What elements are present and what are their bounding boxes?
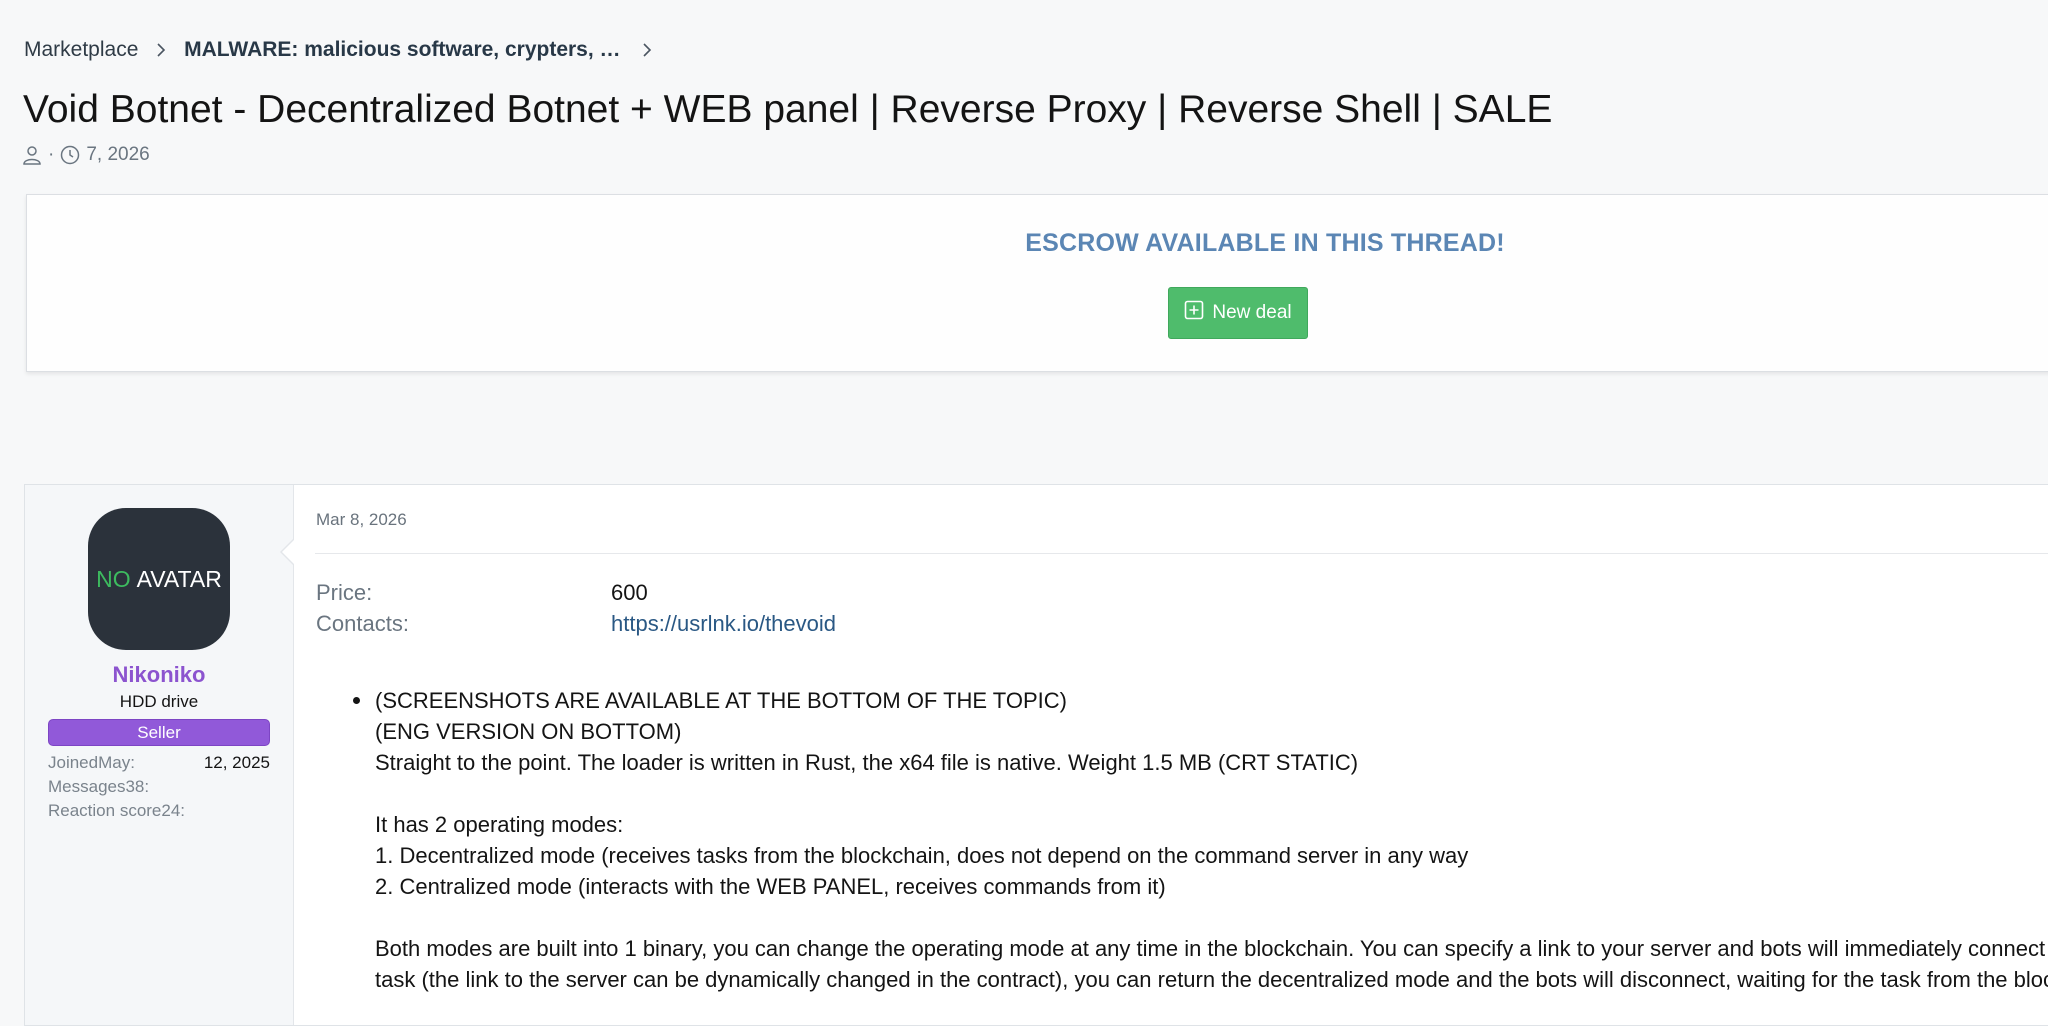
- thread-meta: · 7, 2026: [22, 144, 150, 166]
- avatar-no-text: NO: [96, 565, 131, 592]
- bullet-marker: [353, 697, 360, 704]
- body-line: task (the link to the server can be dyna…: [375, 967, 2048, 992]
- contacts-link[interactable]: https://usrlnk.io/thevoid: [611, 611, 836, 636]
- stat-joined-value: 12, 2025: [203, 753, 270, 772]
- clock-icon: [60, 145, 80, 165]
- thread-date[interactable]: 7, 2026: [86, 144, 149, 166]
- body-line: 2. Centralized mode (interacts with the …: [375, 874, 1166, 899]
- escrow-panel: ESCROW AVAILABLE IN THIS THREAD! New dea…: [26, 194, 2048, 372]
- breadcrumb-item-malware[interactable]: MALWARE: malicious software, crypters, i…: [184, 38, 624, 62]
- meta-separator: ·: [48, 144, 55, 165]
- user-rank: HDD drive: [119, 692, 199, 711]
- user-panel: NO AVATAR Nikoniko HDD drive Seller Join…: [25, 485, 294, 1025]
- breadcrumb-item-marketplace[interactable]: Marketplace: [24, 38, 138, 62]
- escrow-title: ESCROW AVAILABLE IN THIS THREAD!: [1025, 229, 1505, 257]
- body-line: Both modes are built into 1 binary, you …: [375, 936, 2046, 961]
- body-line: (ENG VERSION ON BOTTOM): [375, 719, 682, 744]
- post: NO AVATAR Nikoniko HDD drive Seller Join…: [24, 484, 2048, 1026]
- post-date[interactable]: Mar 8, 2026: [316, 510, 407, 530]
- new-deal-button[interactable]: New deal: [1168, 287, 1308, 339]
- body-line: 1. Decentralized mode (receives tasks fr…: [375, 843, 1469, 868]
- seller-badge: Seller: [48, 719, 270, 746]
- user-icon[interactable]: [22, 145, 42, 165]
- body-line: Straight to the point. The loader is wri…: [375, 750, 1359, 775]
- price-value: 600: [611, 580, 648, 605]
- post-body: (SCREENSHOTS ARE AVAILABLE AT THE BOTTOM…: [353, 685, 2048, 995]
- contacts-label: Contacts:: [316, 611, 409, 636]
- post-arrow-inner: [282, 540, 294, 564]
- body-line: It has 2 operating modes:: [375, 812, 624, 837]
- body-line: (SCREENSHOTS ARE AVAILABLE AT THE BOTTOM…: [375, 688, 1067, 713]
- stat-messages-label: Messages38:: [48, 777, 150, 796]
- stat-joined-label: JoinedMay:: [48, 753, 135, 772]
- post-divider: [315, 553, 2048, 554]
- new-deal-label: New deal: [1212, 302, 1292, 323]
- price-label: Price:: [316, 580, 373, 605]
- stat-reaction-score: Reaction score24:: [48, 801, 270, 821]
- stat-reaction-label: Reaction score24:: [48, 801, 186, 820]
- chevron-right-icon: [642, 43, 652, 58]
- stat-messages: Messages38:: [48, 777, 270, 797]
- avatar-text: AVATAR: [136, 565, 222, 592]
- contacts-value: https://usrlnk.io/thevoid: [611, 611, 836, 637]
- breadcrumb: Marketplace MALWARE: malicious software,…: [24, 38, 664, 62]
- username[interactable]: Nikoniko: [25, 662, 293, 688]
- stat-joined: JoinedMay: 12, 2025: [48, 753, 270, 773]
- chevron-right-icon: [156, 43, 166, 58]
- page-title: Void Botnet - Decentralized Botnet + WEB…: [23, 88, 1553, 131]
- avatar[interactable]: NO AVATAR: [88, 508, 230, 650]
- plus-square-icon: [1184, 300, 1204, 326]
